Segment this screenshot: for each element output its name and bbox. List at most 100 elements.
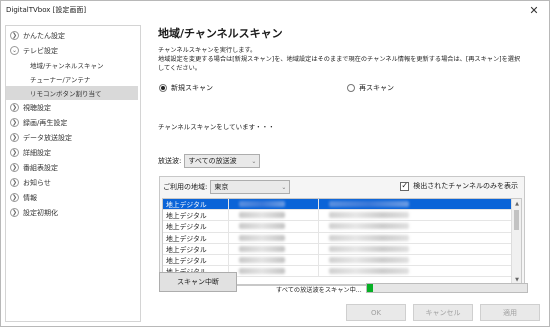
chevron-icon: ❯ [10, 133, 19, 142]
broadcast-wave-label: 放送波: [158, 157, 182, 165]
region-value: 東京 [214, 183, 229, 191]
blurred-channel-number [239, 212, 285, 219]
channel-type: 地上デジタル [163, 243, 229, 254]
blurred-channel-number [239, 234, 285, 241]
radio-new-scan-label: 新規スキャン [171, 84, 213, 92]
table-row[interactable]: 地上デジタル [163, 254, 512, 267]
blurred-channel-name [329, 245, 409, 252]
region-select[interactable]: 東京 ⌄ [210, 180, 291, 194]
only-detected-label: 検出されたチャンネルのみを表示 [413, 182, 518, 190]
nav-item-label: 視聴設定 [23, 103, 51, 112]
chevron-down-icon: ⌄ [10, 46, 19, 55]
blurred-channel-name [329, 268, 409, 275]
main-panel: 地域/チャンネルスキャン チャンネルスキャンを実行します。 地域設定を変更する場… [151, 21, 543, 323]
nav-item-data-broadcast[interactable]: ❯ データ放送設定 [6, 130, 140, 145]
radio-new-scan[interactable]: 新規スキャン [159, 83, 213, 93]
channel-type: 地上デジタル [163, 254, 229, 266]
chevron-icon: ❯ [10, 148, 19, 157]
channel-list-rows: 地上デジタル 地上デジタル 地上デジタル 地上デジタル 地上デジタル 地上デジタ… [163, 199, 512, 278]
broadcast-wave-select[interactable]: すべての放送波 ⌄ [184, 154, 261, 168]
settings-window: DigitalTVbox [設定画面] ✕ ❯ かんたん設定 ⌄ テレビ設定 地域/… [0, 0, 550, 327]
nav-item-label: 番組表設定 [23, 163, 58, 172]
nav-subitem-channel-scan[interactable]: 地域/チャンネルスキャン [6, 58, 140, 72]
chevron-icon: ❯ [10, 208, 19, 217]
chevron-down-icon: ⌄ [251, 157, 257, 165]
blurred-channel-name [329, 212, 409, 219]
scrollbar-thumb[interactable] [514, 210, 519, 230]
nav-item-tv-settings[interactable]: ⌄ テレビ設定 [6, 43, 140, 58]
apply-button[interactable]: 適用 [480, 304, 540, 321]
cancel-button[interactable]: キャンセル [413, 304, 473, 321]
nav-item-label: お知らせ [23, 178, 51, 187]
broadcast-wave-value: すべての放送波 [188, 157, 237, 165]
nav-item-notices[interactable]: ❯ お知らせ [6, 175, 140, 190]
radio-button-icon [159, 84, 167, 92]
nav-item-easy-setup[interactable]: ❯ かんたん設定 [6, 28, 140, 43]
table-row[interactable]: 地上デジタル [163, 221, 512, 233]
blurred-channel-name [329, 257, 409, 264]
blurred-channel-number [239, 245, 285, 252]
scroll-up-icon[interactable]: ▲ [512, 199, 521, 208]
blurred-channel-number [239, 268, 285, 275]
progress-fill [367, 284, 374, 292]
close-icon[interactable]: ✕ [519, 1, 549, 19]
channel-type: 地上デジタル [163, 232, 229, 243]
nav-subitem-remote-buttons[interactable]: リモコンボタン割り当て [6, 86, 138, 100]
chevron-icon: ❯ [10, 178, 19, 187]
channel-list-panel: ご利用の地域: 東京 ⌄ ✓ 検出されたチャンネルのみを表示 地上デジタル 地上… [159, 176, 525, 286]
nav-item-advanced[interactable]: ❯ 詳細設定 [6, 145, 140, 160]
region-label: ご利用の地域: [163, 183, 208, 191]
table-row[interactable]: 地上デジタル [163, 199, 512, 211]
chevron-icon: ❯ [10, 31, 19, 40]
checkmark-icon: ✓ [400, 181, 410, 191]
scan-status-text: チャンネルスキャンをしています・・・ [158, 123, 275, 131]
nav-item-program-guide[interactable]: ❯ 番組表設定 [6, 160, 140, 175]
chevron-down-icon: ⌄ [281, 183, 287, 191]
nav-item-recording[interactable]: ❯ 録画/再生設定 [6, 115, 140, 130]
list-scrollbar[interactable]: ▲ ▼ [511, 199, 521, 284]
blurred-channel-number [239, 201, 285, 208]
nav-item-label: テレビ設定 [23, 46, 58, 55]
nav-item-label: かんたん設定 [23, 31, 65, 40]
channel-type: 地上デジタル [163, 210, 229, 221]
blurred-channel-number [239, 257, 285, 264]
table-row[interactable]: 地上デジタル [163, 232, 512, 244]
description: チャンネルスキャンを実行します。 地域設定を変更する場合は[新規スキャン]を、地… [158, 46, 542, 73]
settings-nav: ❯ かんたん設定 ⌄ テレビ設定 地域/チャンネルスキャン チューナー/アンテナ リ… [5, 25, 141, 322]
ok-button[interactable]: OK [346, 304, 406, 321]
window-title: DigitalTVbox [設定画面] [6, 6, 87, 14]
radio-button-icon [347, 84, 355, 92]
blurred-channel-name [329, 234, 409, 241]
stop-scan-button[interactable]: スキャン中断 [159, 272, 237, 292]
nav-item-reset[interactable]: ❯ 設定初期化 [6, 205, 140, 220]
page-title: 地域/チャンネルスキャン [158, 27, 283, 40]
nav-subitem-tuner-antenna[interactable]: チューナー/アンテナ [6, 72, 140, 86]
description-line: 地域設定を変更する場合は[新規スキャン]を、地域設定はそのままで現在のチャンネル… [158, 56, 521, 63]
channel-type: 地上デジタル [163, 199, 229, 210]
nav-item-viewing[interactable]: ❯ 視聴設定 [6, 100, 140, 115]
blurred-channel-name [329, 201, 409, 208]
nav-item-label: 設定初期化 [23, 208, 58, 217]
channel-type: 地上デジタル [163, 221, 229, 232]
chevron-icon: ❯ [10, 103, 19, 112]
scan-progress-bar [366, 283, 528, 293]
progress-text: すべての放送波をスキャン中... [276, 287, 362, 294]
table-row[interactable]: 地上デジタル [163, 243, 512, 255]
blurred-channel-name [329, 223, 409, 230]
nav-item-label: データ放送設定 [23, 133, 72, 142]
nav-item-label: 録画/再生設定 [23, 118, 68, 127]
nav-item-info[interactable]: ❯ 情報 [6, 190, 140, 205]
table-row[interactable]: 地上デジタル [163, 210, 512, 222]
blurred-channel-number [239, 223, 285, 230]
nav-item-label: 情報 [23, 193, 37, 202]
description-line: してください。 [158, 65, 201, 72]
broadcast-wave-row: 放送波: すべての放送波 ⌄ [158, 154, 261, 168]
only-detected-checkbox[interactable]: ✓ 検出されたチャンネルのみを表示 [400, 181, 518, 191]
description-line: チャンネルスキャンを実行します。 [158, 47, 257, 54]
chevron-icon: ❯ [10, 193, 19, 202]
chevron-icon: ❯ [10, 163, 19, 172]
radio-rescan[interactable]: 再スキャン [347, 83, 394, 93]
nav-item-label: 詳細設定 [23, 148, 51, 157]
title-bar: DigitalTVbox [設定画面] ✕ [1, 1, 549, 19]
chevron-icon: ❯ [10, 118, 19, 127]
